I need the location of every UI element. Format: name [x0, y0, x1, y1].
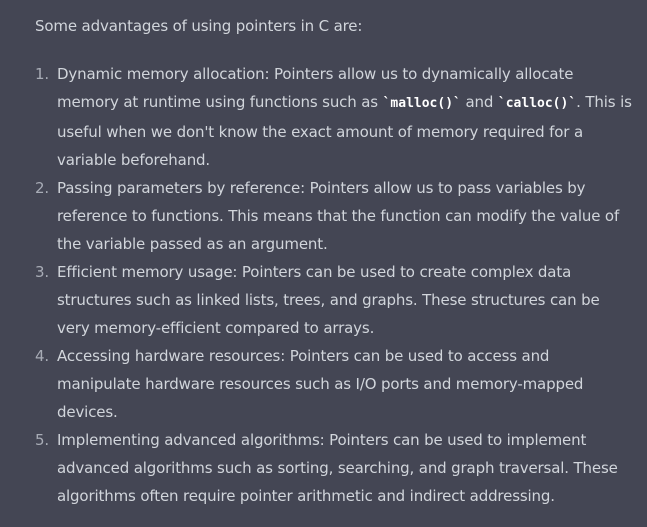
- inline-code-malloc: `malloc()`: [382, 96, 461, 111]
- list-item-number: 3.: [35, 263, 50, 281]
- list-item: 4. Accessing hardware resources: Pointer…: [35, 342, 635, 426]
- list-item-text: Implementing advanced algorithms: Pointe…: [57, 431, 618, 505]
- list-item: 2. Passing parameters by reference: Poin…: [35, 174, 635, 258]
- list-item: 5. Implementing advanced algorithms: Poi…: [35, 426, 635, 510]
- list-item-number: 2.: [35, 179, 50, 197]
- assistant-message: Some advantages of using pointers in C a…: [35, 12, 635, 510]
- message-intro: Some advantages of using pointers in C a…: [35, 17, 363, 35]
- inline-code-calloc: `calloc()`: [497, 96, 577, 111]
- list-item-text: and: [460, 93, 498, 111]
- list-item-text: Efficient memory usage: Pointers can be …: [57, 263, 600, 337]
- list-item-text: Accessing hardware resources: Pointers c…: [57, 347, 584, 421]
- list-item-number: 4.: [35, 347, 50, 365]
- list-item-text: Passing parameters by reference: Pointer…: [57, 179, 620, 253]
- list-item-number: 5.: [35, 431, 50, 449]
- list-item: 3. Efficient memory usage: Pointers can …: [35, 258, 635, 342]
- advantages-list: 1. Dynamic memory allocation: Pointers a…: [35, 60, 635, 510]
- list-item-number: 1.: [35, 65, 50, 83]
- list-item: 1. Dynamic memory allocation: Pointers a…: [35, 60, 635, 174]
